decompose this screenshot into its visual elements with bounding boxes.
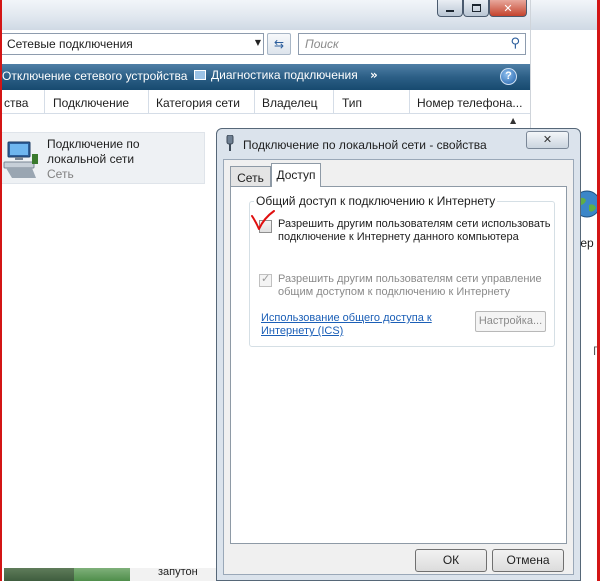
address-bar[interactable]: Сетевые подключения ▼	[2, 33, 264, 55]
address-text: Сетевые подключения	[7, 37, 133, 51]
group-title: Общий доступ к подключению к Интернету	[254, 194, 498, 208]
connection-name: Подключение по локальной сети	[47, 137, 140, 166]
connection-subtitle: Сеть	[47, 167, 74, 181]
network-plug-icon	[226, 135, 234, 151]
sharing-tab-panel: Общий доступ к подключению к Интернету Р…	[230, 186, 567, 544]
title-bar[interactable]	[531, 0, 600, 30]
dialog-close-button[interactable]: ✕	[526, 131, 569, 149]
settings-button: Настройка...	[475, 311, 546, 332]
close-window-button[interactable]: ✕	[489, 0, 527, 17]
diagnostics-icon	[194, 70, 206, 80]
close-icon: ✕	[542, 133, 553, 146]
scroll-up-icon[interactable]: ▲	[510, 116, 516, 125]
dialog-body: Сеть Доступ Общий доступ к подключению к…	[223, 159, 574, 575]
network-adapter-icon	[3, 141, 38, 178]
taskbar-segment	[4, 568, 74, 581]
maximize-button[interactable]	[463, 0, 489, 17]
close-icon: ✕	[503, 1, 513, 15]
command-toolbar: Отключение сетевого устройства Диагности…	[2, 64, 532, 90]
column-divider[interactable]	[148, 90, 149, 114]
column-headers: ства Подключение Категория сети Владелец…	[2, 90, 532, 114]
allow-control-label: Разрешить другим пользователям сети упра…	[278, 273, 542, 298]
refresh-button[interactable]: ⇆	[267, 33, 291, 55]
search-icon[interactable]: ⚲	[510, 36, 520, 51]
taskbar-segment	[74, 568, 130, 581]
maximize-icon	[471, 4, 481, 12]
connection-properties-dialog: Подключение по локальной сети - свойства…	[216, 128, 581, 581]
column-divider[interactable]	[44, 90, 45, 114]
ok-button[interactable]: ОК	[415, 549, 487, 572]
column-header-phone[interactable]: Номер телефона...	[417, 96, 522, 110]
ics-group-box: Общий доступ к подключению к Интернету Р…	[249, 194, 555, 347]
diagnose-label: Диагностика подключения	[211, 68, 358, 82]
column-header-category[interactable]: Категория сети	[156, 96, 240, 110]
column-header-connection[interactable]: Подключение	[53, 96, 129, 110]
tab-network[interactable]: Сеть	[230, 166, 271, 187]
cancel-button[interactable]: Отмена	[492, 549, 564, 572]
ics-help-link[interactable]: Использование общего доступа к Интернету…	[261, 312, 451, 338]
bottom-fragment-text: запутон	[158, 566, 198, 578]
disconnect-device-button[interactable]: Отключение сетевого устройства	[2, 69, 187, 83]
minimize-button[interactable]	[437, 0, 463, 17]
tab-sharing[interactable]: Доступ	[271, 163, 321, 187]
column-divider[interactable]	[409, 90, 410, 114]
toolbar-overflow-button[interactable]: »	[370, 68, 378, 82]
allow-control-checkbox: ✓	[259, 272, 272, 287]
search-placeholder: Поиск	[305, 37, 339, 51]
allow-sharing-label[interactable]: Разрешить другим пользователям сети испо…	[278, 218, 554, 244]
minimize-icon	[446, 10, 454, 12]
refresh-icon: ⇆	[273, 37, 285, 51]
list-item-local-connection[interactable]: Подключение по локальной сети Сеть	[2, 132, 205, 184]
column-header-owner[interactable]: Владелец	[262, 96, 318, 110]
diagnose-connection-button[interactable]: Диагностика подключения	[194, 68, 358, 82]
dialog-title: Подключение по локальной сети - свойства	[243, 138, 487, 152]
title-bar[interactable]: ✕	[2, 0, 532, 30]
column-header-device[interactable]: ства	[4, 96, 28, 110]
dialog-title-bar[interactable]: Подключение по локальной сети - свойства…	[217, 129, 580, 159]
column-divider[interactable]	[333, 90, 334, 114]
checkmark-icon: ✓	[261, 272, 271, 285]
scrollbar[interactable]: ▲	[2, 114, 532, 128]
address-row: Сетевые подключения ▼ ⇆ Поиск ⚲	[2, 32, 532, 56]
chevron-down-icon[interactable]: ▼	[255, 38, 261, 47]
column-header-type[interactable]: Тип	[342, 96, 362, 110]
search-input[interactable]: Поиск ⚲	[298, 33, 526, 55]
column-divider[interactable]	[254, 90, 255, 114]
hand-drawn-check-icon	[251, 210, 275, 230]
help-icon[interactable]: ?	[500, 68, 517, 85]
